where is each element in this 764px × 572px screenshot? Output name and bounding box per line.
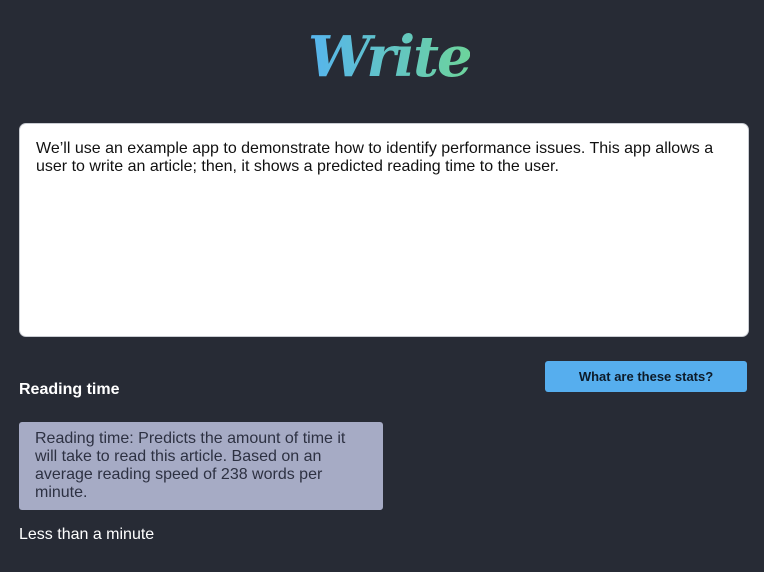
reading-time-heading: Reading time xyxy=(19,381,120,398)
reading-time-tooltip: Reading time: Predicts the amount of tim… xyxy=(19,422,383,510)
what-are-these-stats-button[interactable]: What are these stats? xyxy=(545,361,747,392)
logo-text: Write xyxy=(308,24,470,90)
article-editor[interactable]: We’ll use an example app to demonstrate … xyxy=(19,123,749,337)
write-logo: Write xyxy=(300,14,470,90)
reading-time-value: Less than a minute xyxy=(19,526,155,543)
